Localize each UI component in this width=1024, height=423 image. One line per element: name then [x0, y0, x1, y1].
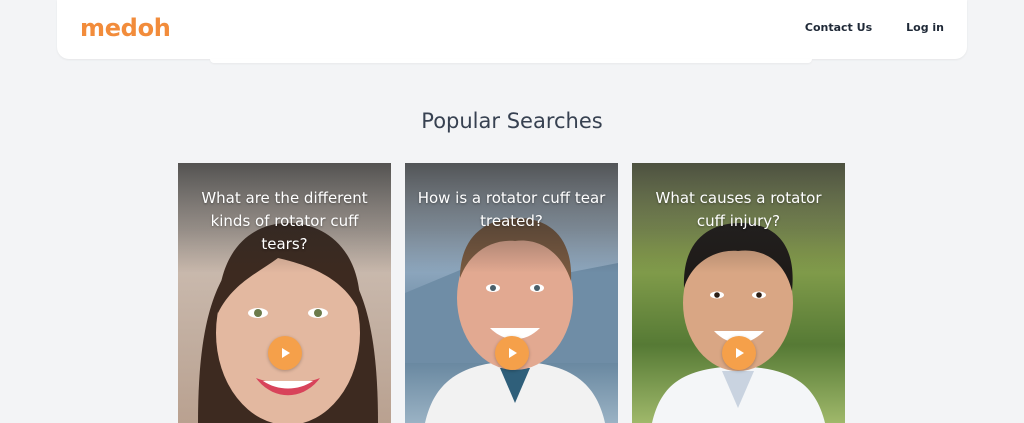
search-bar-edge	[210, 59, 812, 63]
popular-searches-list: What are the different kinds of rotator …	[178, 163, 845, 423]
video-card[interactable]: What causes a rotator cuff injury?	[632, 163, 845, 423]
log-in-link[interactable]: Log in	[906, 21, 944, 34]
play-icon	[736, 348, 744, 358]
card-title: What are the different kinds of rotator …	[201, 189, 368, 253]
play-button[interactable]	[495, 336, 529, 370]
card-title: How is a rotator cuff tear treated?	[417, 189, 606, 230]
video-card[interactable]: What are the different kinds of rotator …	[178, 163, 391, 423]
site-header: medoh Contact Us Log in	[57, 0, 967, 59]
play-button[interactable]	[722, 336, 756, 370]
video-card[interactable]: How is a rotator cuff tear treated?	[405, 163, 618, 423]
top-nav: Contact Us Log in	[805, 21, 944, 34]
contact-us-link[interactable]: Contact Us	[805, 21, 872, 34]
section-title: Popular Searches	[421, 109, 603, 133]
play-icon	[282, 348, 290, 358]
medoh-logo[interactable]: medoh	[80, 14, 171, 42]
card-title: What causes a rotator cuff injury?	[655, 189, 822, 230]
play-icon	[509, 348, 517, 358]
play-button[interactable]	[268, 336, 302, 370]
